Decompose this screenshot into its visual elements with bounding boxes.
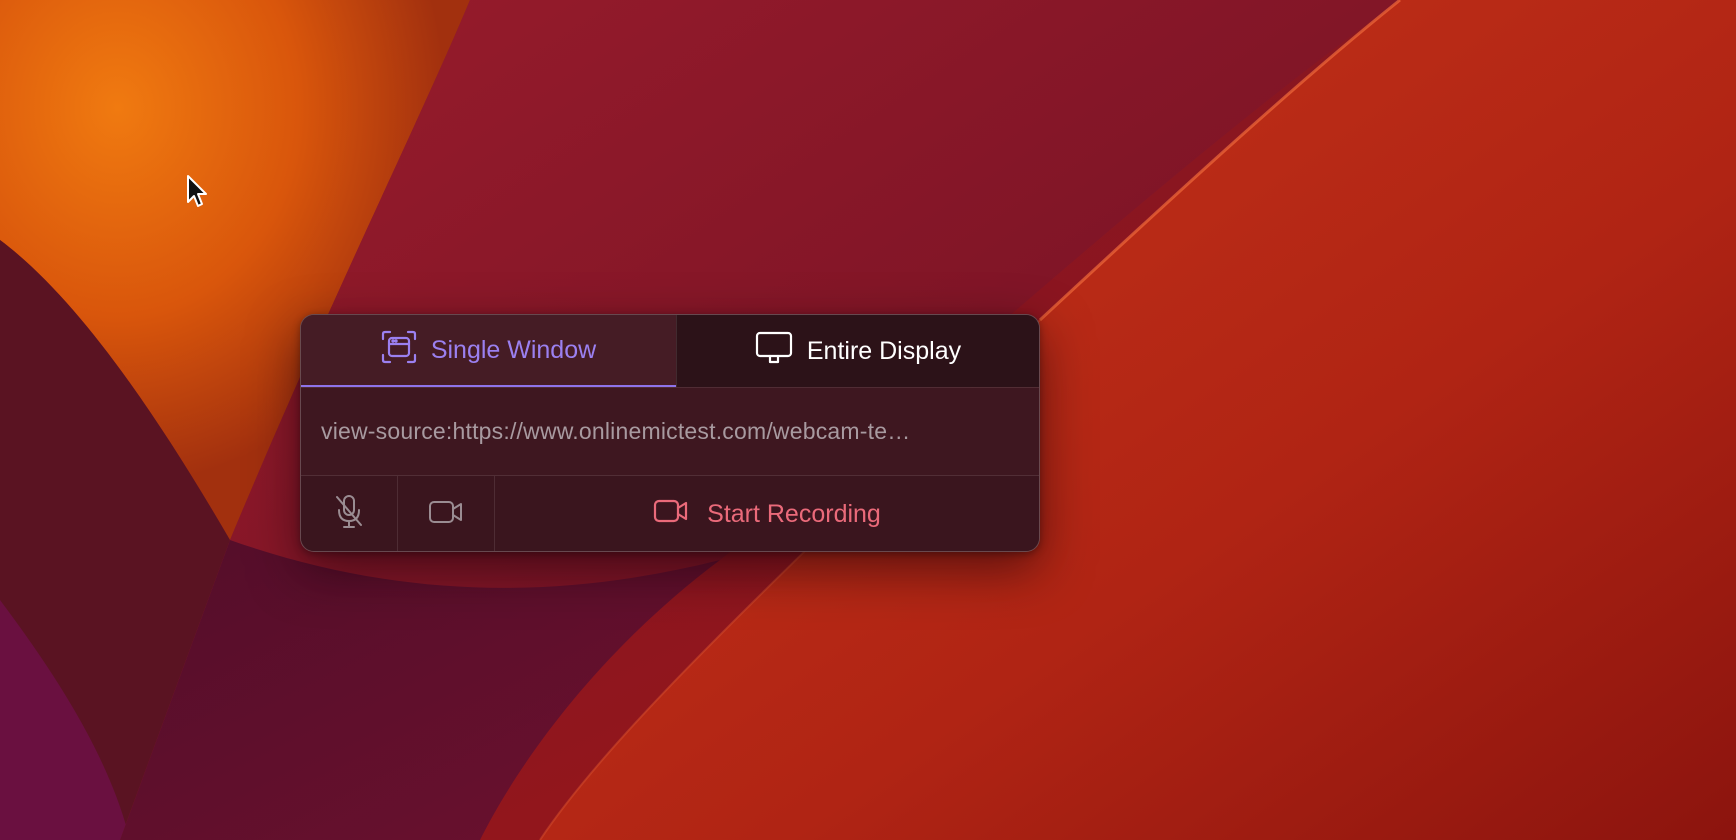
video-camera-icon: [428, 499, 464, 530]
video-camera-icon: [653, 498, 689, 531]
tab-single-window[interactable]: Single Window: [301, 315, 676, 387]
start-recording-label: Start Recording: [707, 499, 881, 528]
window-capture-icon: [381, 330, 417, 371]
capture-mode-tabs: Single Window Entire Display: [301, 315, 1039, 388]
recording-controls: Start Recording: [301, 476, 1039, 551]
microphone-muted-icon: [334, 494, 364, 535]
tab-single-window-label: Single Window: [430, 335, 597, 364]
camera-toggle-button[interactable]: [398, 476, 495, 551]
tab-entire-display[interactable]: Entire Display: [676, 315, 1039, 387]
monitor-icon: [755, 331, 793, 372]
start-recording-button[interactable]: Start Recording: [495, 476, 1039, 551]
tab-entire-display-label: Entire Display: [806, 336, 962, 365]
target-url-text: view-source:https://www.onlinemictest.co…: [321, 418, 911, 444]
target-window-selector[interactable]: view-source:https://www.onlinemictest.co…: [301, 388, 1039, 476]
mouse-pointer-icon: [187, 175, 207, 207]
microphone-toggle-button[interactable]: [301, 476, 398, 551]
recording-panel: Single Window Entire Display view-source…: [300, 314, 1040, 552]
